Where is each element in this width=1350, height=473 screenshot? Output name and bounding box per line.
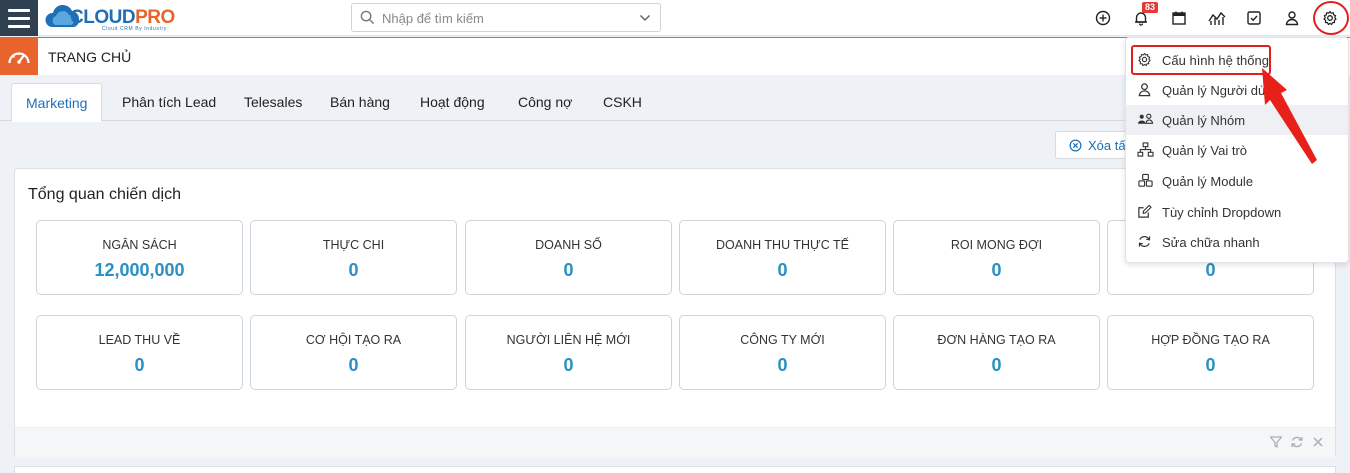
gear-icon bbox=[1323, 10, 1337, 26]
kpi-value: 0 bbox=[563, 355, 574, 375]
close-icon[interactable] bbox=[1311, 435, 1325, 449]
menu-item-customize-dropdown[interactable]: Tùy chỉnh Dropdown bbox=[1126, 197, 1348, 227]
kpi-card-contracts[interactable]: HỢP ĐỒNG TẠO RA 0 bbox=[1107, 315, 1314, 390]
kpi-card-budget[interactable]: NGÂN SÁCH 12,000,000 bbox=[36, 220, 243, 295]
group-icon bbox=[1138, 113, 1154, 124]
menu-item-label: Quản lý Người dùng bbox=[1162, 83, 1280, 98]
user-icon bbox=[1285, 11, 1299, 26]
kpi-card-leads[interactable]: LEAD THU VỀ 0 bbox=[36, 315, 243, 390]
kpi-label: HỢP ĐỒNG TẠO RA bbox=[1151, 333, 1270, 347]
clear-filters-label: Xóa tấ bbox=[1088, 138, 1126, 153]
tab-lead-analysis[interactable]: Phân tích Lead bbox=[122, 94, 216, 110]
kpi-label: NGÂN SÁCH bbox=[102, 238, 177, 252]
kpi-value: 0 bbox=[1205, 260, 1216, 280]
kpi-label: CƠ HỘI TẠO RA bbox=[305, 333, 402, 347]
add-button[interactable] bbox=[1093, 8, 1113, 28]
kpi-value: 0 bbox=[348, 260, 359, 280]
kpi-card-sales[interactable]: DOANH SỐ 0 bbox=[465, 220, 672, 295]
hierarchy-icon bbox=[1137, 142, 1154, 157]
search-box[interactable] bbox=[351, 3, 661, 32]
menu-item-user-management[interactable]: Quản lý Người dùng bbox=[1126, 75, 1348, 105]
widget-title: Tổng quan chiến dịch bbox=[28, 186, 181, 203]
profile-button[interactable] bbox=[1282, 8, 1302, 28]
settings-button[interactable] bbox=[1320, 8, 1340, 28]
kpi-card-expected-roi[interactable]: ROI MONG ĐỢI 0 bbox=[893, 220, 1100, 295]
kpi-value: 0 bbox=[348, 355, 359, 375]
settings-dropdown-menu: Cấu hình hệ thống Quản lý Người dùng Quả… bbox=[1125, 37, 1349, 263]
menu-item-label: Sửa chữa nhanh bbox=[1162, 235, 1260, 250]
kpi-card-actual-spend[interactable]: THỰC CHI 0 bbox=[250, 220, 457, 295]
kpi-card-new-companies[interactable]: CÔNG TY MỚI 0 bbox=[679, 315, 886, 390]
menu-item-system-config[interactable]: Cấu hình hệ thống bbox=[1131, 45, 1271, 75]
search-icon bbox=[360, 10, 375, 25]
kpi-card-new-contacts[interactable]: NGƯỜI LIÊN HỆ MỚI 0 bbox=[465, 315, 672, 390]
tab-telesales[interactable]: Telesales bbox=[244, 94, 302, 110]
search-input[interactable] bbox=[382, 8, 632, 28]
close-circle-icon bbox=[1069, 139, 1082, 152]
edit-icon bbox=[1138, 204, 1152, 218]
cubes-icon bbox=[1138, 173, 1153, 187]
refresh-icon[interactable] bbox=[1290, 435, 1304, 449]
menu-item-quick-repair[interactable]: Sửa chữa nhanh bbox=[1126, 227, 1348, 257]
notification-badge: 83 bbox=[1142, 2, 1159, 13]
menu-item-label: Quản lý Vai trò bbox=[1162, 143, 1248, 158]
page-title: TRANG CHỦ bbox=[48, 49, 132, 65]
widget-footer bbox=[15, 427, 1335, 458]
tab-activities[interactable]: Hoạt động bbox=[420, 94, 485, 110]
hamburger-line bbox=[8, 16, 30, 20]
kpi-label: CÔNG TY MỚI bbox=[740, 333, 825, 347]
kpi-label: ROI MONG ĐỢI bbox=[950, 238, 1043, 252]
calendar-button[interactable] bbox=[1169, 8, 1189, 28]
tasks-button[interactable] bbox=[1244, 8, 1264, 28]
kpi-value: 0 bbox=[991, 355, 1002, 375]
hamburger-line bbox=[8, 8, 30, 12]
user-icon bbox=[1138, 83, 1151, 97]
kpi-value: 0 bbox=[1205, 355, 1216, 375]
chart-icon bbox=[1208, 11, 1226, 25]
top-bar: CLOUDPRO Cloud CRM By Industry 83 bbox=[0, 0, 1350, 36]
kpi-value: 0 bbox=[991, 260, 1002, 280]
refresh-icon bbox=[1138, 236, 1151, 247]
kpi-card-opportunities[interactable]: CƠ HỘI TẠO RA 0 bbox=[250, 315, 457, 390]
tab-customer-care[interactable]: CSKH bbox=[603, 94, 642, 110]
menu-item-label: Tùy chỉnh Dropdown bbox=[1162, 205, 1282, 220]
kpi-label: DOANH THU THỰC TẾ bbox=[716, 238, 849, 252]
menu-item-role-management[interactable]: Quản lý Vai trò bbox=[1126, 135, 1348, 165]
cloudpro-logo[interactable]: CLOUDPRO Cloud CRM By Industry bbox=[44, 2, 194, 34]
tab-debt[interactable]: Công nợ bbox=[518, 94, 572, 110]
filter-icon[interactable] bbox=[1269, 435, 1283, 449]
menu-item-module-management[interactable]: Quản lý Module bbox=[1126, 166, 1348, 196]
menu-item-label: Quản lý Module bbox=[1162, 174, 1254, 189]
kpi-value: 0 bbox=[563, 260, 574, 280]
kpi-label: THỰC CHI bbox=[322, 238, 385, 252]
logo-tagline: Cloud CRM By Industry bbox=[102, 26, 167, 32]
kpi-card-actual-revenue[interactable]: DOANH THU THỰC TẾ 0 bbox=[679, 220, 886, 295]
kpi-label: NGƯỜI LIÊN HỆ MỚI bbox=[506, 333, 631, 347]
next-widget-edge bbox=[14, 466, 1336, 473]
speedometer-icon bbox=[8, 51, 30, 64]
reports-button[interactable] bbox=[1207, 8, 1227, 28]
kpi-value: 0 bbox=[777, 260, 788, 280]
tab-marketing[interactable]: Marketing bbox=[11, 83, 103, 122]
kpi-value: 0 bbox=[777, 355, 788, 375]
plus-circle-icon bbox=[1095, 10, 1111, 26]
checkbox-icon bbox=[1247, 11, 1261, 25]
menu-toggle-button[interactable] bbox=[0, 0, 38, 36]
hamburger-line bbox=[8, 24, 30, 28]
dashboard-icon-box bbox=[0, 38, 38, 75]
kpi-value: 0 bbox=[134, 355, 145, 375]
menu-item-label: Cấu hình hệ thống bbox=[1162, 53, 1269, 68]
kpi-card-orders[interactable]: ĐƠN HÀNG TẠO RA 0 bbox=[893, 315, 1100, 390]
gear-icon bbox=[1138, 52, 1151, 67]
chevron-down-icon[interactable] bbox=[639, 12, 651, 24]
calendar-icon bbox=[1172, 11, 1186, 25]
tab-sales[interactable]: Bán hàng bbox=[330, 94, 390, 110]
menu-item-group-management[interactable]: Quản lý Nhóm bbox=[1126, 105, 1348, 135]
kpi-label: DOANH SỐ bbox=[535, 238, 602, 252]
kpi-value: 12,000,000 bbox=[94, 260, 185, 280]
kpi-label: LEAD THU VỀ bbox=[98, 333, 181, 347]
kpi-label: ĐƠN HÀNG TẠO RA bbox=[937, 333, 1056, 347]
menu-item-label: Quản lý Nhóm bbox=[1162, 113, 1246, 128]
